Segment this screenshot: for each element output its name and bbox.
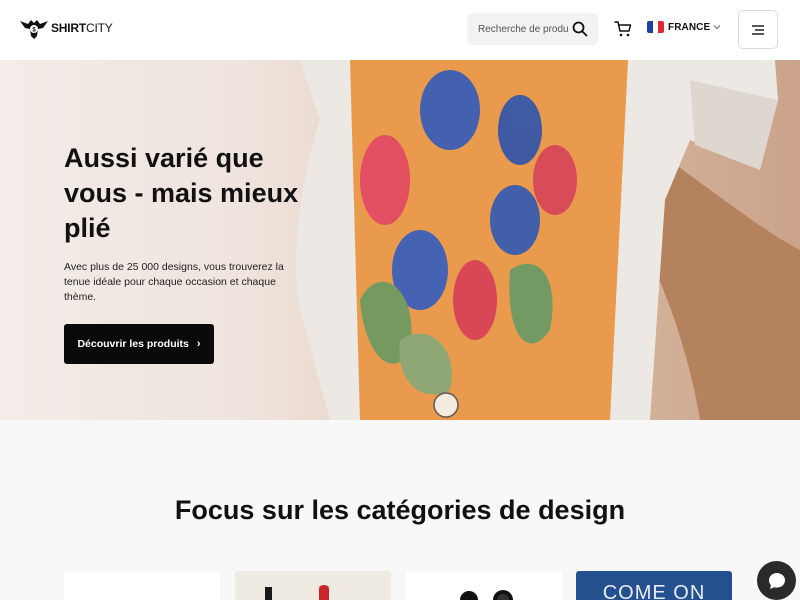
- logo[interactable]: $ SHIRTCITY: [19, 16, 113, 40]
- eagle-logo-icon: $: [20, 20, 48, 39]
- chat-icon: [768, 572, 785, 589]
- hero-description: Avec plus de 25 000 designs, vous trouve…: [64, 261, 284, 303]
- france-flag-icon: [647, 21, 664, 33]
- hamburger-icon: [752, 24, 764, 35]
- section-title: Focus sur les catégories de design: [174, 495, 626, 525]
- discover-products-label: Découvrir les produits: [77, 338, 189, 350]
- category-card-4-text: COME ON: [602, 582, 706, 600]
- chat-button[interactable]: [757, 561, 796, 600]
- category-card-2-image: [265, 585, 329, 600]
- search-input[interactable]: [478, 23, 568, 35]
- search-icon[interactable]: [572, 21, 588, 37]
- chevron-right-icon: ›: [196, 338, 201, 350]
- chevron-down-icon: [713, 25, 721, 30]
- category-card-4[interactable]: COME ON: [576, 571, 732, 600]
- site-header: $ SHIRTCITY FRANCE: [0, 0, 800, 60]
- discover-products-button[interactable]: Découvrir les produits ›: [64, 324, 214, 364]
- logo-text-bold: SHIRT: [51, 21, 87, 35]
- category-card-3-image: [460, 590, 513, 600]
- hero-title: Aussi varié que vous - mais mieux plié: [64, 143, 299, 243]
- search-box: [467, 13, 598, 45]
- logo-text: SHIRTCITY: [51, 21, 113, 35]
- logo-text-light: CITY: [86, 21, 113, 35]
- cart-icon[interactable]: [613, 19, 633, 39]
- category-card-2[interactable]: [235, 571, 391, 600]
- design-categories-section: Focus sur les catégories de design COME …: [0, 420, 800, 600]
- country-selector[interactable]: FRANCE: [647, 21, 721, 33]
- menu-button[interactable]: [738, 10, 778, 49]
- hero-banner: Aussi varié que vous - mais mieux plié A…: [0, 60, 800, 420]
- category-card-1[interactable]: [64, 571, 220, 600]
- country-label: FRANCE: [668, 21, 711, 33]
- category-card-3[interactable]: [406, 571, 562, 600]
